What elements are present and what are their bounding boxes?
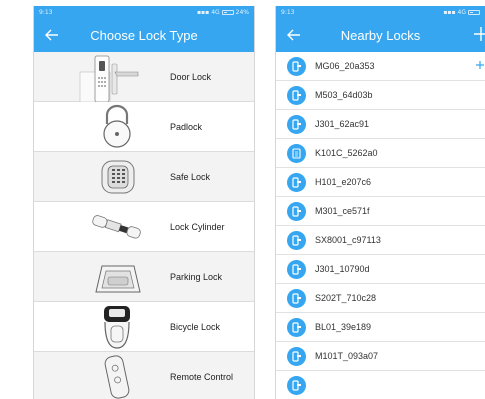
- status-time: 9:13: [39, 8, 53, 16]
- screenshot-stage: 9:13 ▪▪▪ 4G 24% Choose Lock Type Door Lo…: [0, 0, 485, 399]
- choose-lock-type-screen: 9:13 ▪▪▪ 4G 24% Choose Lock Type Door Lo…: [33, 6, 255, 399]
- lock-type-item-remote-control[interactable]: Remote Control: [34, 352, 254, 399]
- status-icons: ▪▪▪ 4G 24%: [197, 9, 249, 16]
- lock-name: H101_e207c6: [315, 177, 372, 187]
- lock-name: M503_64d03b: [315, 90, 373, 100]
- back-arrow-icon[interactable]: [44, 27, 60, 43]
- nearby-lock-item-partial[interactable]: [276, 371, 485, 399]
- lock-type-item-parking-lock[interactable]: Parking Lock: [34, 252, 254, 302]
- add-icon[interactable]: [472, 25, 485, 43]
- lock-cylinder-image: [72, 202, 162, 252]
- battery-level: 24%: [235, 8, 249, 16]
- network-label: 4G: [211, 8, 220, 16]
- status-icons: ▪▪▪ 4G: [443, 9, 480, 16]
- door-lock-image: [72, 52, 162, 102]
- lock-type-label: Remote Control: [170, 371, 234, 382]
- lock-type-label: Safe Lock: [170, 171, 211, 182]
- status-bar: 9:13 ▪▪▪ 4G 24%: [34, 6, 254, 18]
- lock-name: M101T_093a07: [315, 351, 379, 361]
- lock-type-label: Bicycle Lock: [170, 321, 221, 332]
- lock-icon: [287, 317, 306, 337]
- padlock-image: [72, 102, 162, 152]
- nearby-lock-item[interactable]: J301_10790d: [276, 255, 485, 284]
- remote-control-image: [72, 352, 162, 399]
- back-arrow-icon[interactable]: [286, 27, 302, 43]
- app-bar: Choose Lock Type: [34, 18, 254, 52]
- lock-icon: [287, 114, 306, 134]
- lock-type-label: Padlock: [170, 121, 203, 132]
- app-bar: Nearby Locks: [276, 18, 485, 52]
- status-time: 9:13: [281, 8, 295, 16]
- nearby-lock-item[interactable]: S202T_710c28: [276, 284, 485, 313]
- lock-icon: [287, 85, 306, 105]
- lock-type-label: Door Lock: [170, 71, 212, 82]
- lock-name: J301_62ac91: [315, 119, 370, 129]
- lock-icon: [287, 230, 306, 250]
- nearby-lock-item[interactable]: K101C_5262a0: [276, 139, 485, 168]
- nearby-lock-item[interactable]: M101T_093a07: [276, 342, 485, 371]
- battery-icon: [221, 9, 234, 15]
- signal-icon: ▪▪▪: [443, 8, 456, 16]
- nearby-lock-item[interactable]: M503_64d03b: [276, 81, 485, 110]
- nearby-lock-item[interactable]: SX8001_c97113: [276, 226, 485, 255]
- nearby-lock-item[interactable]: J301_62ac91: [276, 110, 485, 139]
- lock-name: BL01_39e189: [315, 322, 372, 332]
- page-title: Choose Lock Type: [90, 27, 198, 43]
- lock-name: MG06_20a353: [315, 61, 375, 71]
- lock-icon: [287, 375, 306, 395]
- lock-type-item-lock-cylinder[interactable]: Lock Cylinder: [34, 202, 254, 252]
- lock-icon: [287, 201, 306, 221]
- nearby-lock-item[interactable]: BL01_39e189: [276, 313, 485, 342]
- lock-type-label: Lock Cylinder: [170, 221, 225, 232]
- nearby-lock-item[interactable]: MG06_20a353: [276, 52, 485, 81]
- lock-type-item-safe-lock[interactable]: Safe Lock: [34, 152, 254, 202]
- lock-type-label: Parking Lock: [170, 271, 223, 282]
- lock-icon: [287, 56, 306, 76]
- status-bar: 9:13 ▪▪▪ 4G: [276, 6, 485, 18]
- lock-name: M301_ce571f: [315, 206, 370, 216]
- lock-type-item-bicycle-lock[interactable]: Bicycle Lock: [34, 302, 254, 352]
- signal-icon: ▪▪▪: [196, 8, 210, 16]
- nearby-lock-item[interactable]: M301_ce571f: [276, 197, 485, 226]
- lock-type-list: Door Lock Padlock Safe Lock Lock Cylinde…: [34, 52, 254, 399]
- lock-name: K101C_5262a0: [315, 148, 378, 158]
- lock-icon: [287, 259, 306, 279]
- lock-icon: [287, 288, 306, 308]
- add-lock-icon[interactable]: [474, 59, 484, 71]
- parking-lock-image: [72, 252, 162, 302]
- lock-type-item-padlock[interactable]: Padlock: [34, 102, 254, 152]
- nearby-locks-screen: 9:13 ▪▪▪ 4G Nearby Locks MG06_20a353 M50…: [275, 6, 485, 399]
- battery-icon: [468, 9, 480, 15]
- lock-name: SX8001_c97113: [315, 235, 381, 245]
- lock-icon: [287, 172, 306, 192]
- network-label: 4G: [457, 8, 466, 16]
- nearby-lock-item[interactable]: H101_e207c6: [276, 168, 485, 197]
- safe-lock-image: [72, 152, 162, 202]
- bicycle-lock-image: [72, 302, 162, 352]
- nearby-lock-list: MG06_20a353 M503_64d03b J301_62ac91 K101…: [276, 52, 485, 399]
- lock-name: S202T_710c28: [315, 293, 377, 303]
- lock-type-item-door-lock[interactable]: Door Lock: [34, 52, 254, 102]
- lock-icon: [287, 346, 306, 366]
- lock-name: J301_10790d: [315, 264, 370, 274]
- keypad-icon: [287, 143, 306, 163]
- page-title: Nearby Locks: [340, 27, 421, 43]
